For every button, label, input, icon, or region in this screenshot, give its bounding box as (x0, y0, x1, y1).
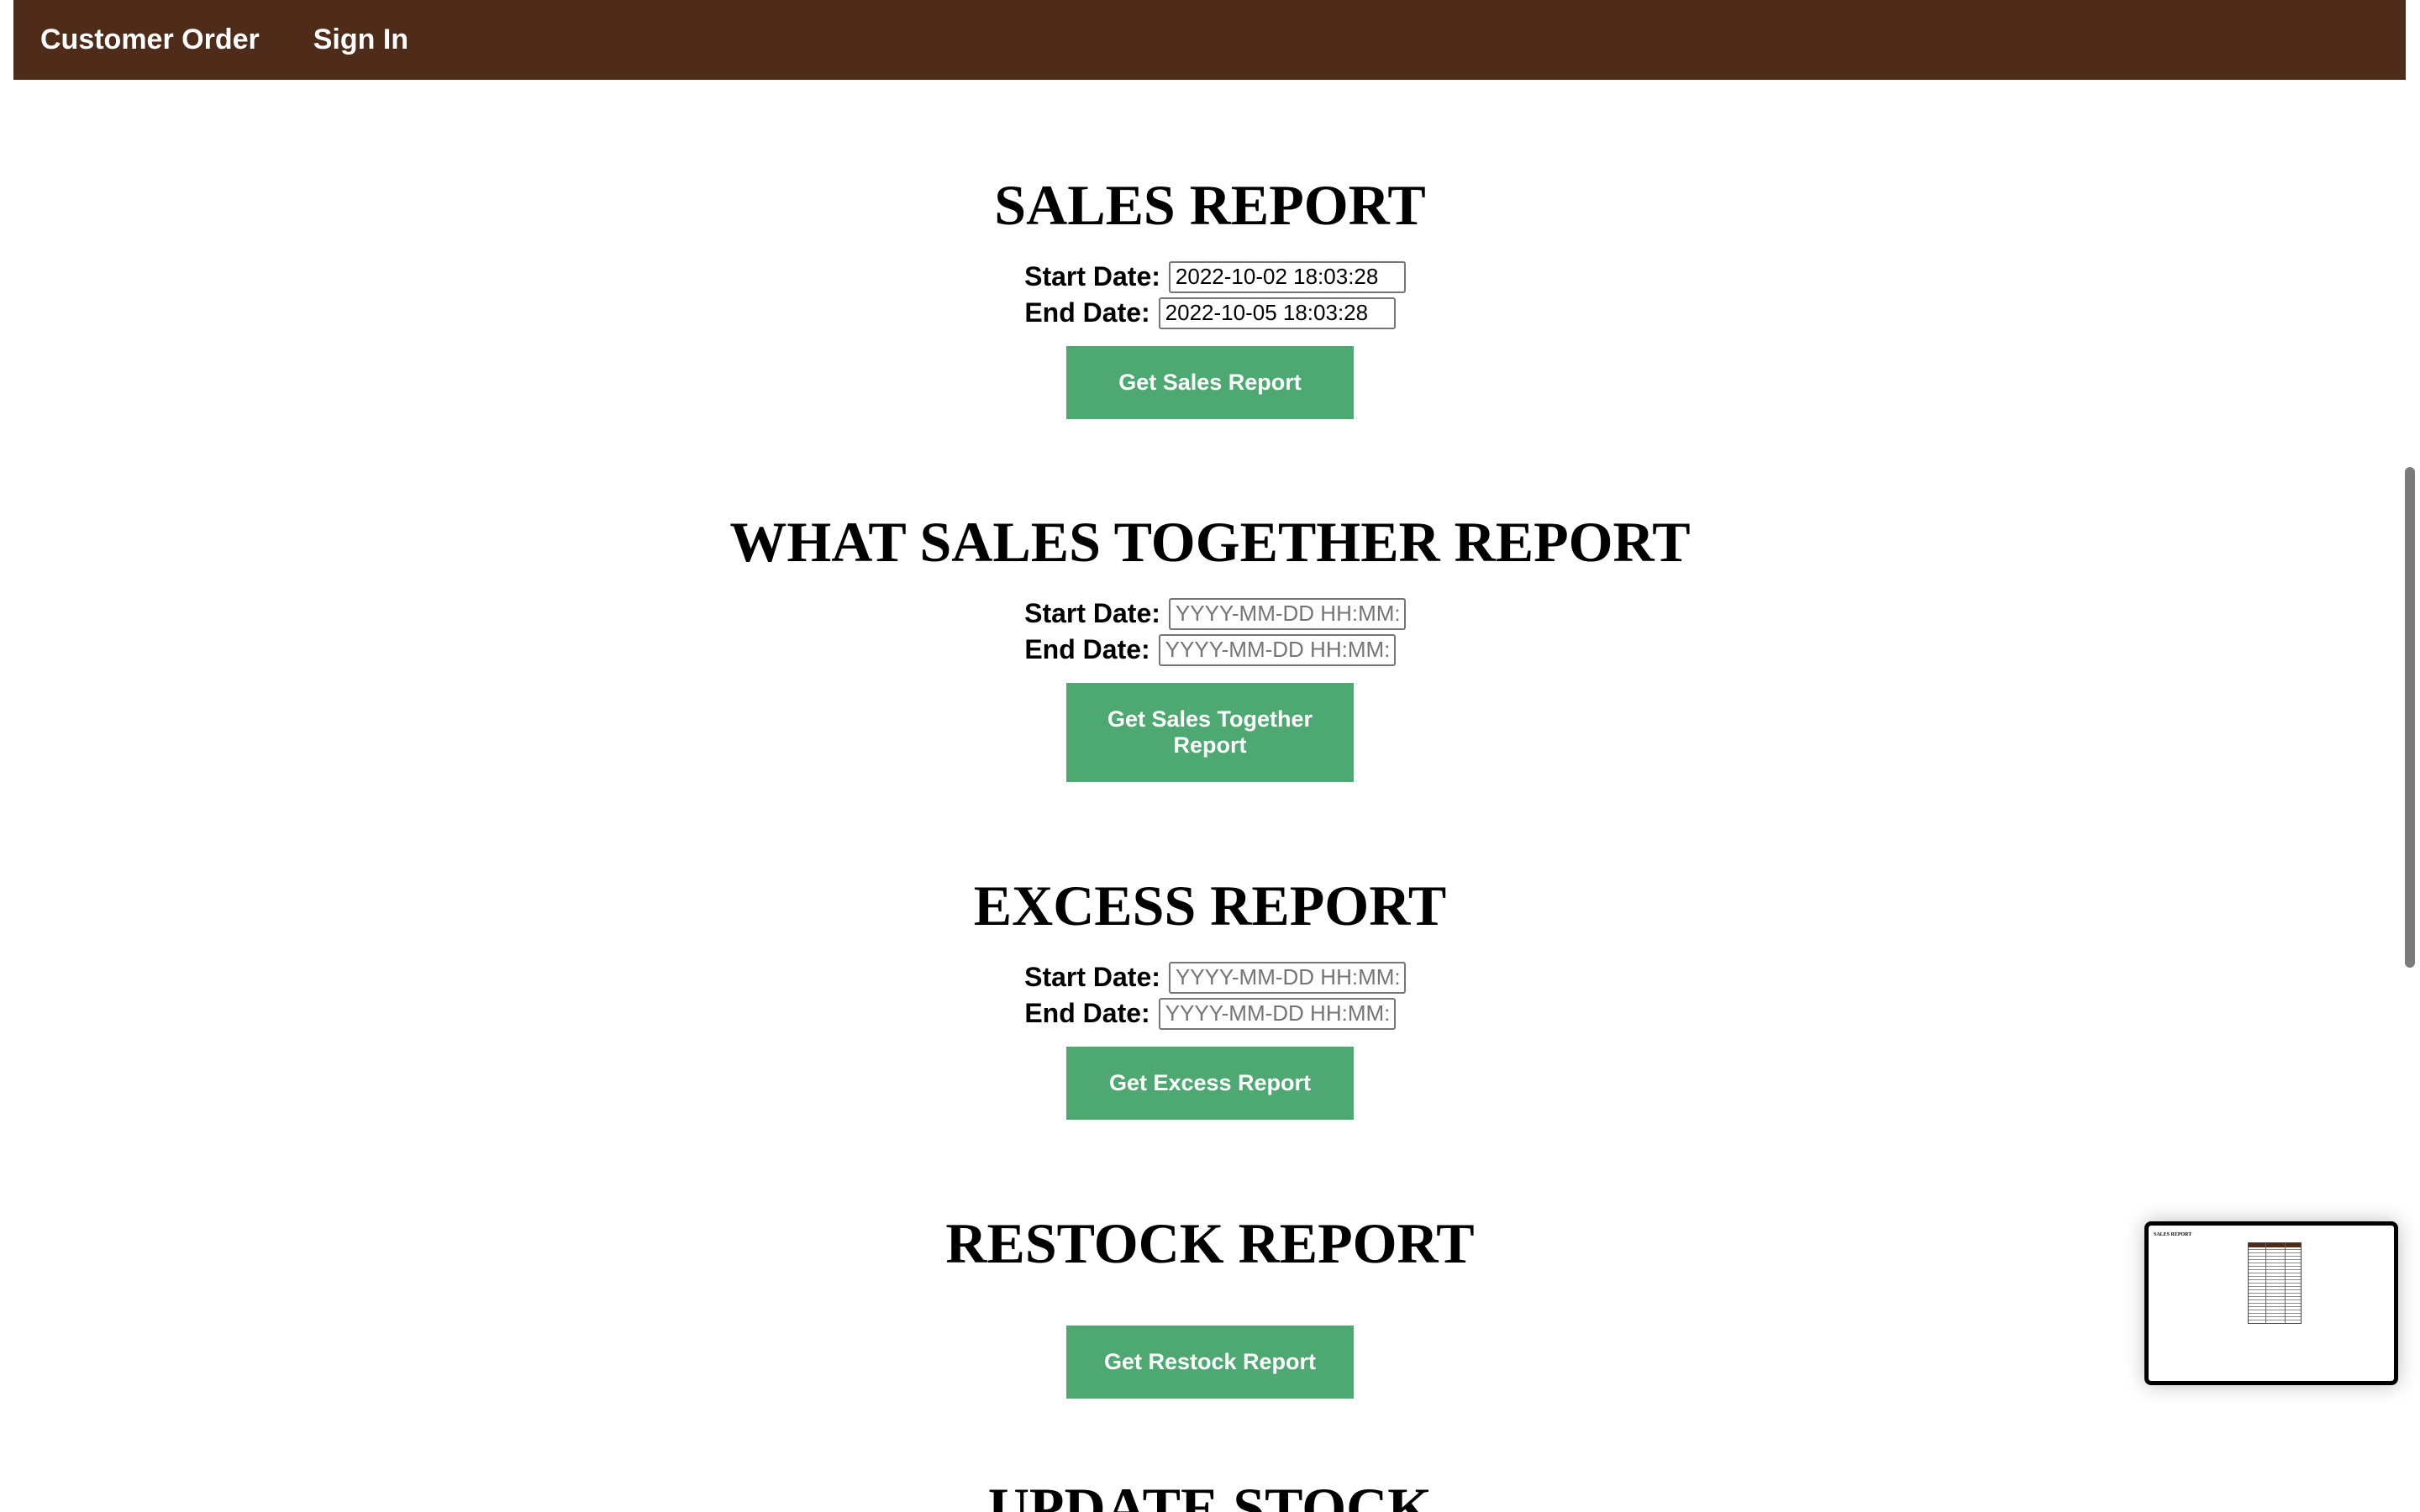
update-stock-title: UPDATE STOCK (987, 1476, 1433, 1512)
sales-report-start-row: Start Date: (5, 259, 2420, 295)
sales-report-end-date-input[interactable] (1158, 297, 1396, 329)
start-date-label: Start Date: (1024, 962, 1160, 992)
restock-report-section: RESTOCK REPORT Get Restock Report (0, 1210, 2420, 1399)
sales-report-section: SALES REPORT Start Date: End Date: Get S… (0, 171, 2420, 419)
sales-together-end-row: End Date: (0, 632, 2420, 668)
end-date-label: End Date: (1024, 297, 1150, 328)
thumbnail-table-image (2248, 1242, 2302, 1324)
end-date-label: End Date: (1024, 634, 1150, 664)
start-date-label: Start Date: (1024, 598, 1160, 628)
sales-report-title: SALES REPORT (994, 173, 1426, 237)
restock-report-title: RESTOCK REPORT (945, 1211, 1475, 1275)
sales-report-end-row: End Date: (0, 295, 2420, 331)
get-excess-report-button[interactable]: Get Excess Report (1066, 1047, 1354, 1120)
nav-link-sign-in[interactable]: Sign In (313, 24, 408, 56)
vertical-scrollbar-thumb[interactable] (2405, 467, 2415, 968)
sales-together-start-row: Start Date: (5, 596, 2420, 632)
sales-together-report-title: WHAT SALES TOGETHER REPORT (729, 510, 1691, 574)
sales-together-start-date-input[interactable] (1168, 597, 1406, 630)
page: Customer Order Sign In SALES REPORT Star… (0, 0, 2420, 1512)
excess-start-row: Start Date: (5, 959, 2420, 995)
end-date-label: End Date: (1024, 998, 1150, 1028)
thumbnail-title: SALES REPORT (2154, 1232, 2192, 1237)
sales-together-end-date-input[interactable] (1158, 633, 1396, 666)
excess-end-date-input[interactable] (1158, 997, 1396, 1030)
get-sales-together-report-button[interactable]: Get Sales Together Report (1066, 683, 1354, 782)
get-restock-report-button[interactable]: Get Restock Report (1066, 1326, 1354, 1399)
nav-link-customer-order[interactable]: Customer Order (40, 24, 260, 56)
excess-report-section: EXCESS REPORT Start Date: End Date: Get … (0, 872, 2420, 1120)
sales-together-report-section: WHAT SALES TOGETHER REPORT Start Date: E… (0, 508, 2420, 782)
top-nav-bar: Customer Order Sign In (13, 0, 2406, 80)
get-sales-report-button[interactable]: Get Sales Report (1066, 346, 1354, 419)
excess-report-title: EXCESS REPORT (973, 874, 1447, 937)
excess-end-row: End Date: (0, 995, 2420, 1032)
excess-start-date-input[interactable] (1168, 961, 1406, 994)
screenshot-thumbnail-preview[interactable]: SALES REPORT (2144, 1221, 2398, 1385)
sales-report-start-date-input[interactable] (1168, 260, 1406, 293)
update-stock-section: UPDATE STOCK (0, 1474, 2420, 1512)
start-date-label: Start Date: (1024, 261, 1160, 291)
